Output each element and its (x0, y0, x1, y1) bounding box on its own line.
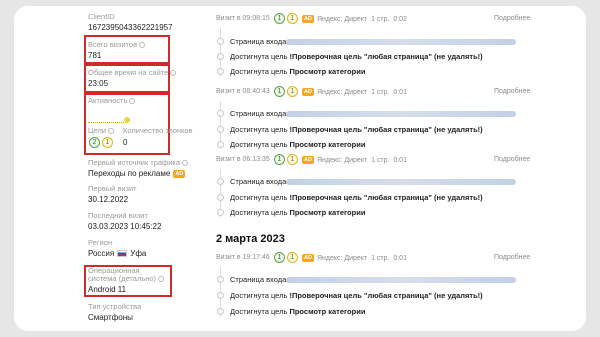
timeline-bullet (217, 209, 224, 216)
visit-header[interactable]: Визит в 19:17:46 (216, 254, 270, 261)
visit-goal-count-green: 1 (274, 154, 285, 165)
timeline-bullet (217, 141, 224, 148)
timeline-bullet (217, 68, 224, 75)
visit-source: AD Яндекс: Директ 1 стр. 0:01 (302, 156, 407, 164)
goal-event: Достигнута цель Просмотр категории (230, 67, 366, 76)
visit-goal-count-green: 1 (274, 13, 285, 24)
goal-count-completed[interactable]: 2 (89, 137, 100, 148)
timeline-bullet (217, 53, 224, 60)
client-id-label: ClientID (88, 12, 115, 21)
timeline-bullet (217, 194, 224, 201)
timeline-bullet (217, 38, 224, 45)
entry-page-event: Страница входа (230, 177, 287, 186)
visit-goal-count-yellow: 1 (287, 154, 298, 165)
visit-goal-count-green: 1 (274, 86, 285, 97)
blurred-url (286, 39, 516, 45)
client-id-value: 1672395043362221957 (88, 23, 173, 32)
russia-flag-icon (117, 250, 128, 258)
activity-dot-icon (124, 117, 130, 123)
visit-goal-count-yellow: 1 (287, 252, 298, 263)
help-icon[interactable] (170, 70, 177, 77)
entry-page-event: Страница входа (230, 37, 287, 46)
region-label: Регион (88, 238, 113, 247)
visit-goal-count-green: 1 (274, 252, 285, 263)
goal-event: Достигнута цель Просмотр категории (230, 307, 366, 316)
goal-event: Достигнута цель Просмотр категории (230, 140, 366, 149)
last-visit-label: Последний визит (88, 211, 148, 220)
ad-badge: AD (302, 15, 314, 23)
date-header: 2 марта 2023 (216, 233, 285, 245)
visit-details-link[interactable]: Подробнее (494, 156, 530, 163)
goal-event: Достигнута цель Просмотр категории (230, 208, 366, 217)
visit-details-link[interactable]: Подробнее (494, 15, 530, 22)
blurred-url (286, 277, 516, 283)
calls-count-value: 0 (123, 138, 128, 147)
blurred-url (286, 179, 516, 185)
total-visits-label: Всего визитов (88, 40, 146, 49)
visit-details-link[interactable]: Подробнее (494, 88, 530, 95)
visit-source: AD Яндекс: Директ 1 стр. 0:01 (302, 88, 407, 96)
goal-count-other[interactable]: 1 (102, 137, 113, 148)
visit-source: AD Яндекс: Директ 1 стр. 0:02 (302, 15, 407, 23)
first-visit-value: 30.12.2022 (88, 195, 129, 204)
visit-header[interactable]: Визит в 08:40:43 (216, 88, 270, 95)
timeline-bullet (217, 178, 224, 185)
last-visit-value: 03.03.2023 10:45:22 (88, 222, 162, 231)
visit-goal-count-yellow: 1 (287, 86, 298, 97)
os-value: Android 11 (88, 285, 127, 294)
visit-source: AD Яндекс: Директ 1 стр. 0:01 (302, 254, 407, 262)
ad-badge: AD (173, 169, 186, 178)
help-icon[interactable] (108, 128, 115, 135)
region-value: Россия Уфа (88, 249, 147, 258)
visit-details-link[interactable]: Подробнее (494, 254, 530, 261)
ad-badge: AD (302, 254, 314, 262)
help-icon[interactable] (129, 98, 136, 105)
goal-event: Достигнута цель !Проверочная цель "любая… (230, 52, 483, 61)
calls-count-label: Количество звонков (123, 126, 193, 135)
entry-page-event: Страница входа (230, 275, 287, 284)
device-type-value: Смартфоны (88, 313, 133, 322)
visit-header[interactable]: Визит в 09:08:15 (216, 15, 270, 22)
visit-goal-count-yellow: 1 (287, 13, 298, 24)
help-icon[interactable] (182, 160, 189, 167)
visit-header[interactable]: Визит в 06:13:35 (216, 156, 270, 163)
activity-label: Активность (88, 96, 136, 105)
entry-page-event: Страница входа (230, 109, 287, 118)
first-source-label: Первый источник трафика (88, 158, 189, 167)
help-icon[interactable] (139, 42, 146, 49)
first-source-value: Переходы по рекламе AD (88, 169, 186, 178)
ad-badge: AD (302, 88, 314, 96)
total-time-label: Общее время на сайте (88, 68, 177, 77)
timeline-bullet (217, 292, 224, 299)
help-icon[interactable] (158, 276, 165, 283)
goal-event: Достигнута цель !Проверочная цель "любая… (230, 291, 483, 300)
total-visits-value: 781 (88, 51, 102, 60)
goals-label: Цели (88, 126, 115, 135)
device-type-label: Тип устройства (88, 302, 142, 311)
goal-event: Достигнута цель !Проверочная цель "любая… (230, 193, 483, 202)
total-time-value: 23:05 (88, 79, 109, 88)
timeline-bullet (217, 110, 224, 117)
timeline-bullet (217, 308, 224, 315)
os-label: Операционная система (детально) (88, 267, 168, 283)
goal-event: Достигнута цель !Проверочная цель "любая… (230, 125, 483, 134)
ad-badge: AD (302, 156, 314, 164)
activity-level (88, 122, 124, 123)
blurred-url (286, 111, 516, 117)
timeline-bullet (217, 126, 224, 133)
visitor-card: ClientID 1672395043362221957 Всего визит… (14, 6, 586, 331)
timeline-bullet (217, 276, 224, 283)
first-visit-label: Первый визит (88, 184, 137, 193)
